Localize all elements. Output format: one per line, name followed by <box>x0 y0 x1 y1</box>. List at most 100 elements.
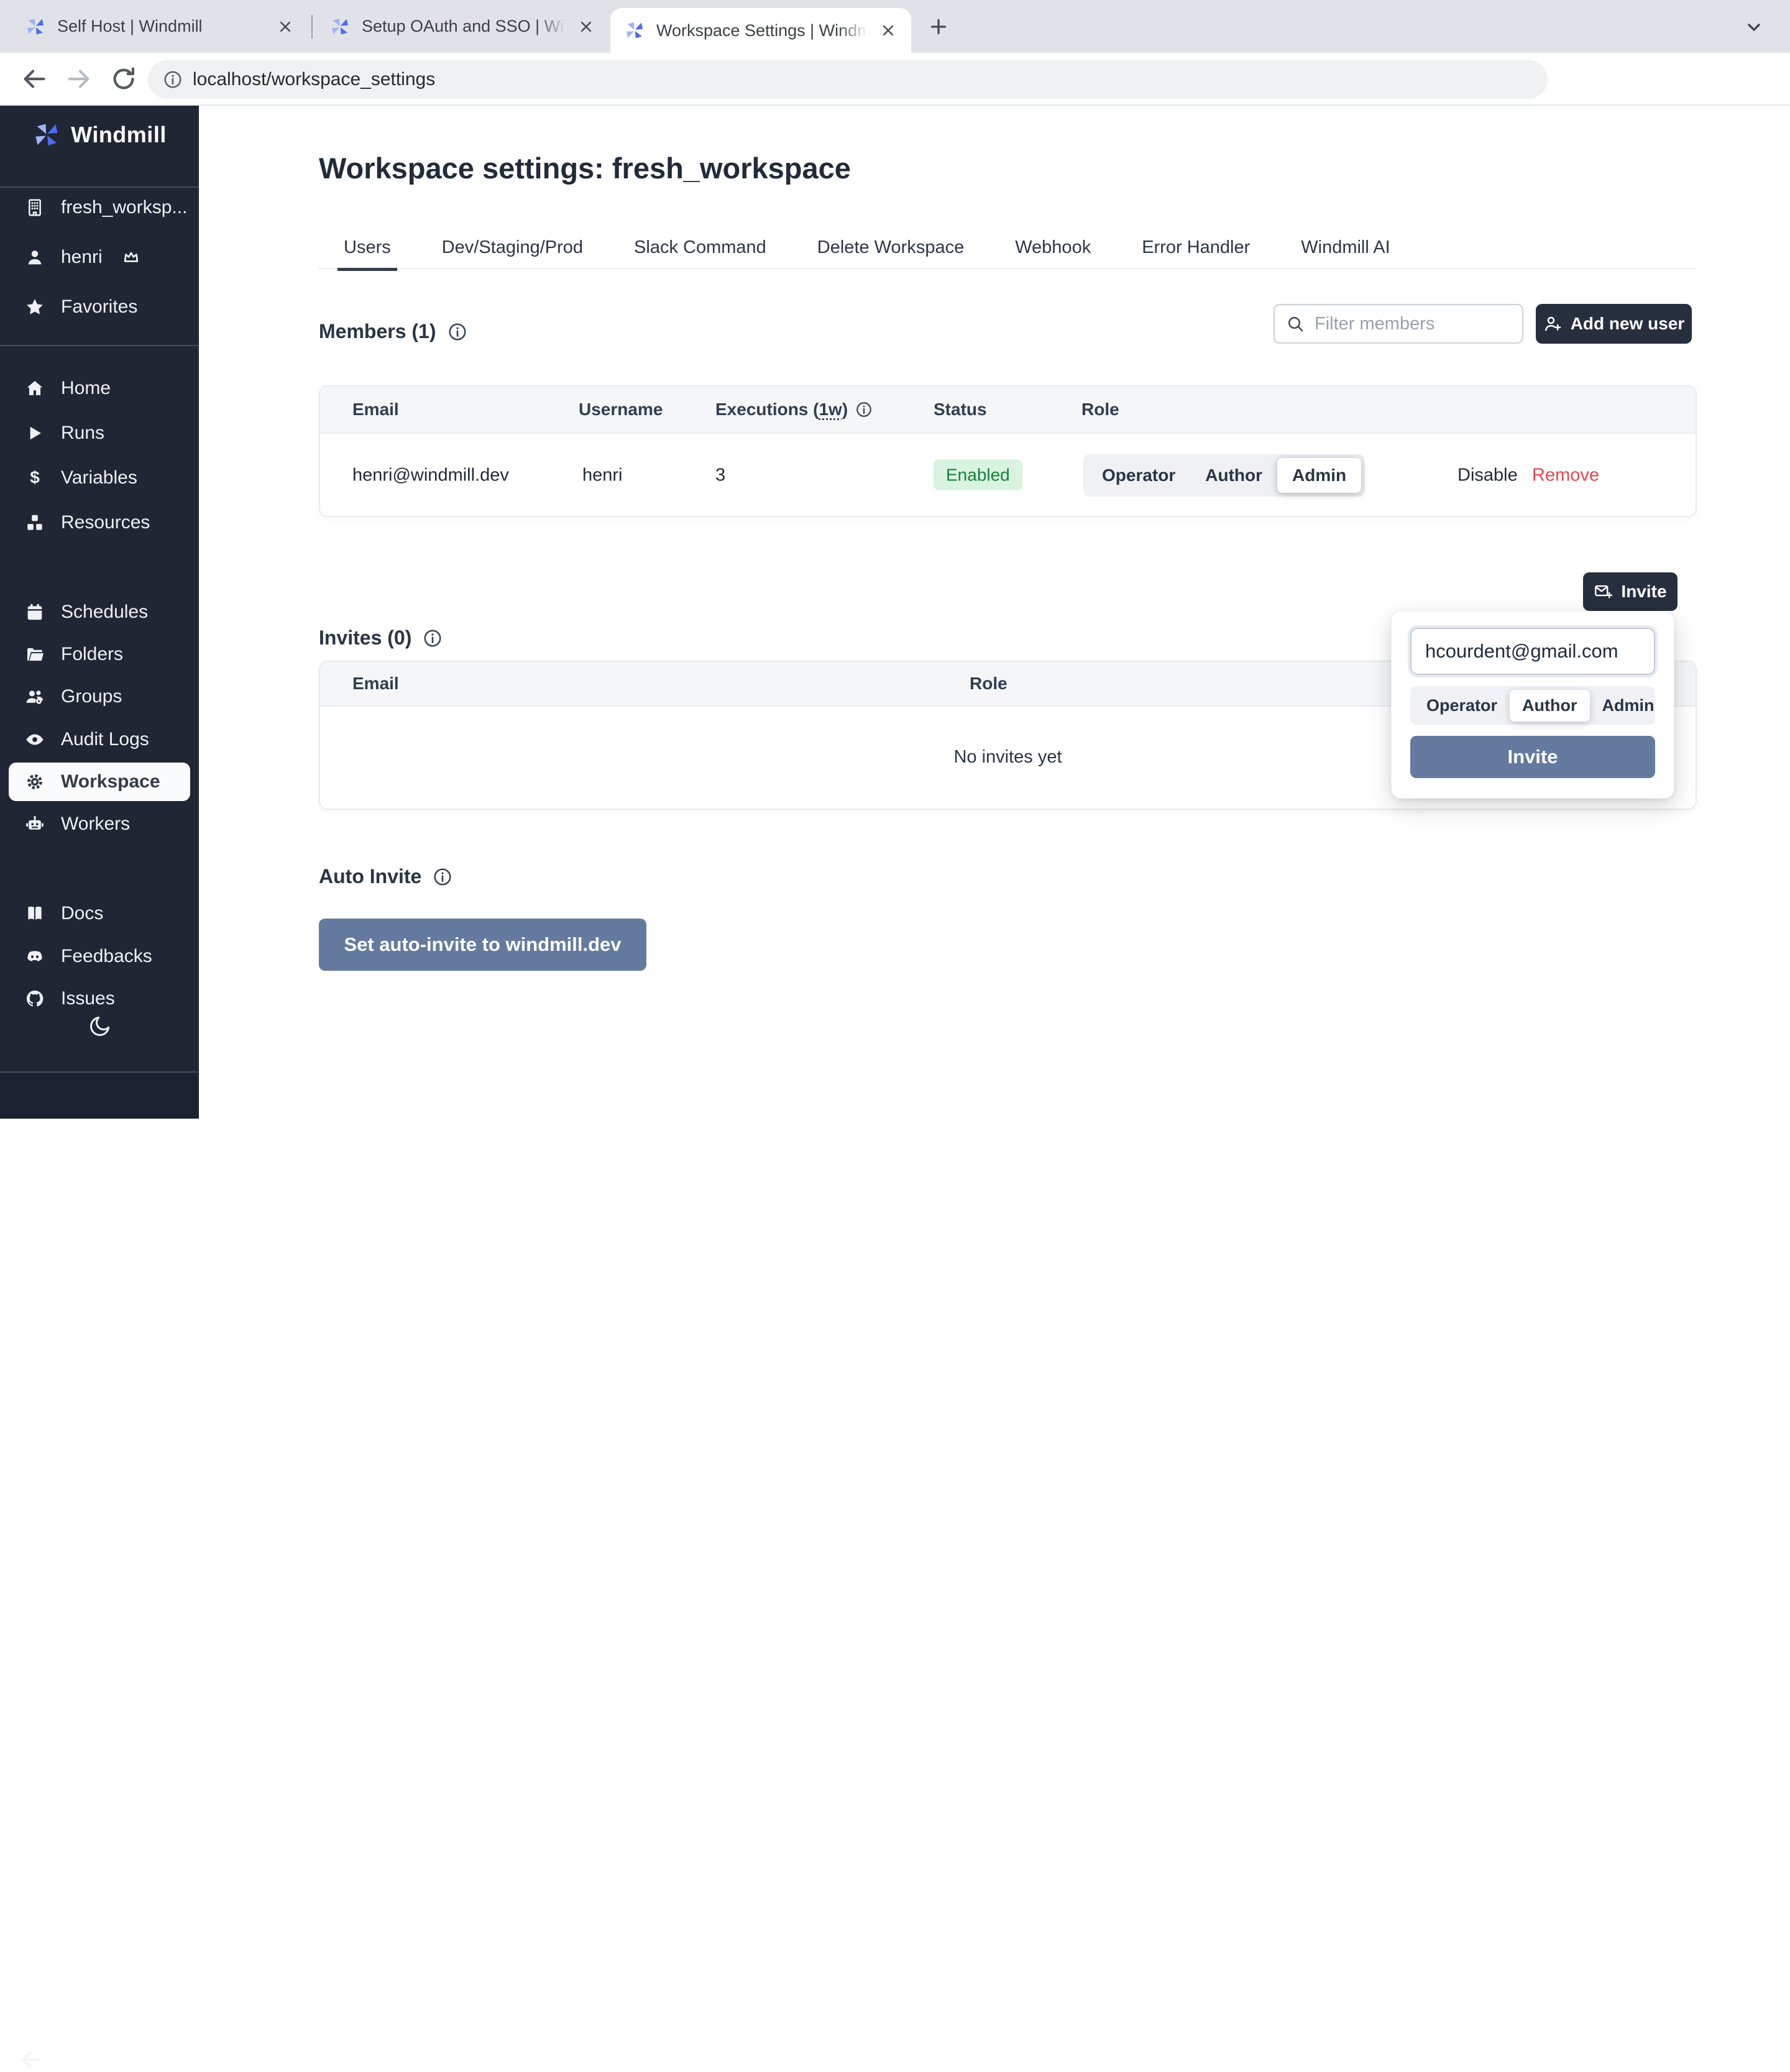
browser-tab-title: Self Host | Windmill <box>57 17 265 36</box>
tab-search-chevron-icon[interactable] <box>1744 17 1764 37</box>
windmill-logo-icon <box>32 121 61 149</box>
sidebar-item-workspace[interactable]: Workspace <box>9 763 190 801</box>
role-option-operator[interactable]: Operator <box>1087 458 1190 493</box>
new-tab-icon[interactable] <box>927 16 950 38</box>
robot-icon <box>25 814 45 834</box>
sidebar-item-label: Groups <box>61 686 122 707</box>
remove-button[interactable]: Remove <box>1532 465 1599 486</box>
close-tab-icon[interactable] <box>577 17 595 36</box>
members-heading: Members (1) <box>319 320 467 343</box>
sidebar-item-feedbacks[interactable]: Feedbacks <box>9 937 190 976</box>
reload-icon[interactable] <box>109 65 138 93</box>
role-option-author[interactable]: Author <box>1190 458 1277 493</box>
browser-tab-oauth-sso[interactable]: Setup OAuth and SSO | Windm <box>316 0 609 53</box>
role-option-admin[interactable]: Admin <box>1277 458 1361 493</box>
add-new-user-button[interactable]: Add new user <box>1536 304 1692 344</box>
sidebar-item-workers[interactable]: Workers <box>9 805 190 843</box>
sidebar-item-runs[interactable]: Runs <box>9 414 190 452</box>
members-table: Email Username Executions (1w) Status Ro… <box>319 385 1697 517</box>
sidebar-item-workspace-switcher[interactable]: fresh_worksp... <box>9 188 190 227</box>
invite-role-admin[interactable]: Admin <box>1590 690 1667 722</box>
tab-dev-staging-prod[interactable]: Dev/Staging/Prod <box>436 227 589 268</box>
browser-tab-self-host[interactable]: Self Host | Windmill <box>11 0 308 53</box>
gear-icon <box>25 772 45 792</box>
tab-error-handler[interactable]: Error Handler <box>1136 227 1256 268</box>
disable-button[interactable]: Disable <box>1457 465 1518 486</box>
sidebar-item-label: henri <box>61 247 103 268</box>
windmill-brand[interactable]: Windmill <box>0 121 199 149</box>
column-email: Email <box>352 400 399 419</box>
sidebar-item-issues[interactable]: Issues <box>9 979 190 1018</box>
column-role: Role <box>1081 400 1119 419</box>
tab-delete-workspace[interactable]: Delete Workspace <box>811 227 970 268</box>
add-new-user-label: Add new user <box>1571 314 1685 334</box>
invite-submit-button[interactable]: Invite <box>1410 736 1655 778</box>
building-icon <box>25 198 45 218</box>
user-plus-icon <box>1543 314 1562 333</box>
main-content: Workspace settings: fresh_workspace User… <box>199 106 1790 1119</box>
mail-plus-icon <box>1594 582 1612 601</box>
sidebar-item-resources[interactable]: Resources <box>9 503 190 542</box>
invite-role-author[interactable]: Author <box>1510 690 1589 722</box>
invite-role-operator[interactable]: Operator <box>1414 690 1510 722</box>
sidebar-item-home[interactable]: Home <box>9 369 190 408</box>
address-bar[interactable]: localhost/workspace_settings <box>148 60 1548 99</box>
github-icon <box>25 989 45 1009</box>
info-icon[interactable] <box>448 322 467 342</box>
close-tab-icon[interactable] <box>879 21 897 40</box>
page-title: Workspace settings: fresh_workspace <box>319 151 851 185</box>
sidebar-item-label: Workers <box>61 814 130 835</box>
filter-members-input[interactable] <box>1313 313 1511 335</box>
column-username: Username <box>579 400 663 419</box>
sidebar-item-schedules[interactable]: Schedules <box>9 593 190 631</box>
member-executions: 3 <box>715 465 725 486</box>
info-icon[interactable] <box>423 628 443 648</box>
members-table-header: Email Username Executions (1w) Status Ro… <box>320 387 1696 434</box>
cubes-icon <box>25 513 45 533</box>
sidebar-item-favorites[interactable]: Favorites <box>9 288 190 326</box>
invite-role-segmented-control: Operator Author Admin <box>1410 686 1655 725</box>
invites-heading-text: Invites (0) <box>319 626 411 649</box>
sidebar-item-folders[interactable]: Folders <box>9 635 190 674</box>
sidebar-item-label: Resources <box>61 512 150 533</box>
tab-slack-command[interactable]: Slack Command <box>628 227 773 268</box>
browser-tab-workspace-settings[interactable]: Workspace Settings | Windmill <box>610 8 911 53</box>
browser-tab-title: Workspace Settings | Windmill <box>656 21 868 40</box>
back-icon[interactable] <box>20 65 48 93</box>
divider <box>0 186 199 188</box>
tab-users[interactable]: Users <box>337 227 397 271</box>
sidebar-item-docs[interactable]: Docs <box>9 894 190 933</box>
tab-windmill-ai[interactable]: Windmill AI <box>1295 227 1396 268</box>
sidebar-item-audit-logs[interactable]: Audit Logs <box>9 720 190 759</box>
forward-icon[interactable] <box>65 65 93 93</box>
play-icon <box>25 423 45 443</box>
windmill-favicon <box>624 20 645 41</box>
info-icon[interactable] <box>433 867 452 887</box>
tab-webhook[interactable]: Webhook <box>1009 227 1097 268</box>
sidebar-item-label: Favorites <box>61 296 137 318</box>
member-email: henri@windmill.dev <box>352 465 509 486</box>
sidebar-item-label: Feedbacks <box>61 946 152 967</box>
filter-members-field[interactable] <box>1274 304 1523 344</box>
dark-mode-toggle-moon-icon[interactable] <box>88 1014 112 1038</box>
site-info-icon[interactable] <box>163 70 183 89</box>
eye-icon <box>25 730 45 749</box>
set-auto-invite-button[interactable]: Set auto-invite to windmill.dev <box>319 919 646 971</box>
sidebar-item-groups[interactable]: Groups <box>9 677 190 716</box>
user-icon <box>25 247 45 267</box>
info-icon[interactable] <box>855 401 873 418</box>
dollar-icon <box>25 468 45 488</box>
divider <box>0 345 199 346</box>
auto-invite-heading-text: Auto Invite <box>319 865 421 888</box>
invite-button[interactable]: Invite <box>1583 572 1678 611</box>
discord-icon <box>25 947 45 966</box>
collapse-sidebar-arrow-icon[interactable] <box>19 2047 44 2072</box>
sidebar-item-user-menu[interactable]: henri <box>9 238 190 277</box>
column-executions-text: Executions (1w) <box>715 400 848 419</box>
sidebar-item-label: Folders <box>61 644 123 665</box>
invite-email-input[interactable] <box>1410 628 1655 675</box>
close-tab-icon[interactable] <box>276 17 295 36</box>
folder-icon <box>25 644 45 664</box>
sidebar-item-variables[interactable]: Variables <box>9 459 190 497</box>
sidebar-footer <box>0 1073 199 1119</box>
